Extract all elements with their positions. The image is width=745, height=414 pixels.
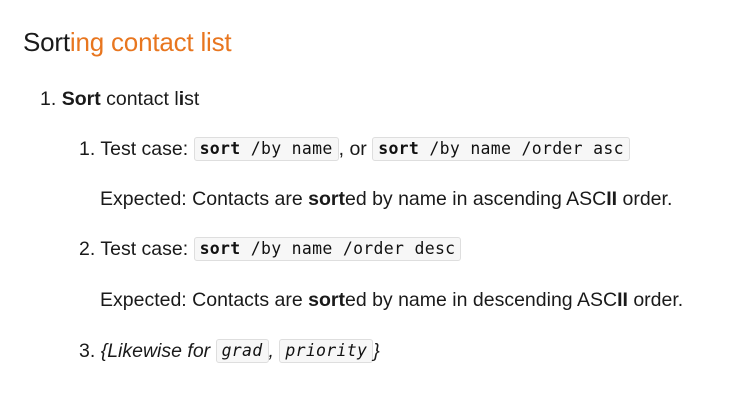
command-args: /by name /order asc	[419, 139, 624, 158]
expected-2-bold: sort	[308, 289, 345, 311]
test-case-3: 3. {Likewise for grad, priority}	[79, 338, 380, 364]
test-case-1-label: Test case:	[100, 138, 189, 160]
field-grad: grad	[215, 339, 269, 363]
step-1-number: 1.	[40, 88, 57, 110]
expected-1-suffix2: order.	[617, 188, 673, 210]
command-keyword: sort	[199, 239, 241, 258]
title-part-rest: ing contact list	[69, 27, 232, 57]
step-1-text: contact l	[100, 88, 179, 110]
field-priority: priority	[279, 339, 374, 363]
step-1-text2: st	[184, 88, 200, 110]
test-case-3-number: 3.	[79, 340, 96, 362]
command-args: /by name /order desc	[240, 239, 456, 258]
title-part-highlight: Sort	[23, 27, 70, 57]
expected-2-suffix: ed by name in descending ASC	[344, 289, 618, 311]
test-case-2-number: 2.	[79, 238, 96, 260]
test-case-1-separator: , or	[338, 138, 367, 160]
command-sort-by-name: sort /by name	[193, 137, 339, 161]
section-title: Sorting contact list	[23, 26, 232, 58]
command-sort-by-name-desc: sort /by name /order desc	[193, 237, 462, 261]
test-case-2-label: Test case:	[100, 238, 189, 260]
expected-2-bold2: II	[617, 289, 628, 311]
step-1: 1. Sort contact list	[40, 86, 199, 112]
expected-1-prefix: Expected: Contacts are	[100, 188, 309, 210]
test-case-3-close: }	[373, 340, 380, 362]
expected-2: Expected: Contacts are sorted by name in…	[100, 287, 683, 313]
expected-1-bold2: II	[606, 188, 618, 210]
test-case-1-number: 1.	[79, 138, 96, 160]
expected-2-suffix2: order.	[627, 289, 684, 311]
test-case-3-text: {Likewise for	[100, 340, 211, 362]
command-keyword: sort	[378, 139, 420, 158]
command-sort-by-name-asc: sort /by name /order asc	[372, 137, 630, 161]
expected-2-prefix: Expected: Contacts are	[100, 289, 309, 311]
expected-1-bold: sort	[308, 188, 345, 210]
test-case-1: 1. Test case: sort /by name, or sort /by…	[79, 136, 630, 162]
test-case-2: 2. Test case: sort /by name /order desc	[79, 236, 462, 262]
expected-1: Expected: Contacts are sorted by name in…	[100, 186, 672, 212]
document-page: Sorting contact list 1. Sort contact lis…	[0, 0, 745, 414]
expected-1-suffix: ed by name in ascending ASC	[344, 188, 607, 210]
step-1-bold: Sort	[61, 88, 101, 110]
command-args: /by name	[240, 139, 333, 158]
command-keyword: sort	[199, 139, 241, 158]
test-case-3-separator: ,	[268, 340, 274, 362]
